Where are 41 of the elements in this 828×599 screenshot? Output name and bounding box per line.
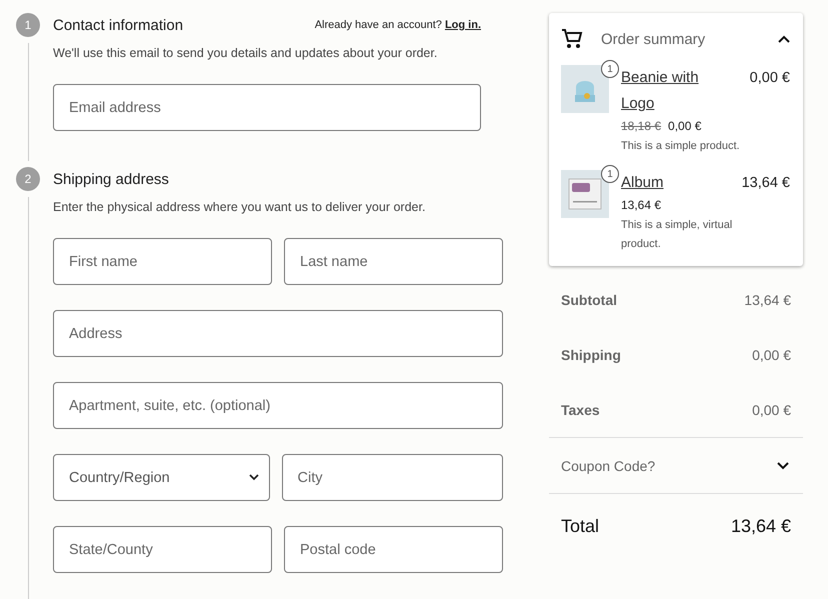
chevron-down-icon [248,474,258,481]
step-title: Shipping address [53,170,169,188]
chevron-icon[interactable] [778,35,790,43]
input-field[interactable]: Last name [284,238,503,285]
item-price: 13,64 € [621,198,662,212]
input-field[interactable]: State/County [53,526,272,573]
product-description: This is a simple product. [621,139,741,154]
input-field[interactable]: First name [53,238,272,285]
step-title: Contact information [53,16,184,34]
regular-price: 18,18 € [621,119,662,133]
item-total: 0,00 € [750,69,790,88]
total-value: 0,00 € [752,402,791,418]
input-field[interactable]: Postal code [284,526,503,573]
input-field[interactable]: City [282,454,503,501]
input-field[interactable]: Apartment, suite, etc. (optional) [53,382,503,429]
select-field[interactable]: Country/Region [53,454,270,501]
item-price: 0,00 € [668,119,702,133]
cart-icon [561,28,583,50]
item-total: 13,64 € [742,174,790,193]
grand-total-value: 13,64 € [730,516,791,536]
login-link[interactable]: Log in. [444,19,481,31]
total-label: Shipping [561,346,621,362]
total-value: 0,00 € [752,346,791,362]
product-link[interactable]: Album [621,170,721,196]
total-value: 13,64 € [744,292,791,308]
coupon-toggle[interactable]: Coupon Code? [549,437,803,494]
step-number: 2 [16,167,40,191]
step-description: We'll use this email to send you details and updates about your order. [53,46,438,60]
input-field[interactable]: Email address [53,84,481,131]
quantity-badge: 1 [601,165,619,183]
grand-total-label: Total [561,516,600,536]
step-number: 1 [16,13,40,37]
quantity-badge: 1 [601,60,619,78]
product-link[interactable]: Beanie with Logo [621,65,721,117]
product-description: This is a simple, virtual product. [621,218,734,252]
total-label: Taxes [561,402,600,418]
login-prompt: Already have an account? Log in. [314,19,481,31]
total-label: Subtotal [561,292,617,308]
input-field[interactable]: Address [53,310,503,357]
order-summary-title[interactable]: Order summary [601,30,778,48]
step-description: Enter the physical address where you want us to deliver your order. [53,200,426,214]
